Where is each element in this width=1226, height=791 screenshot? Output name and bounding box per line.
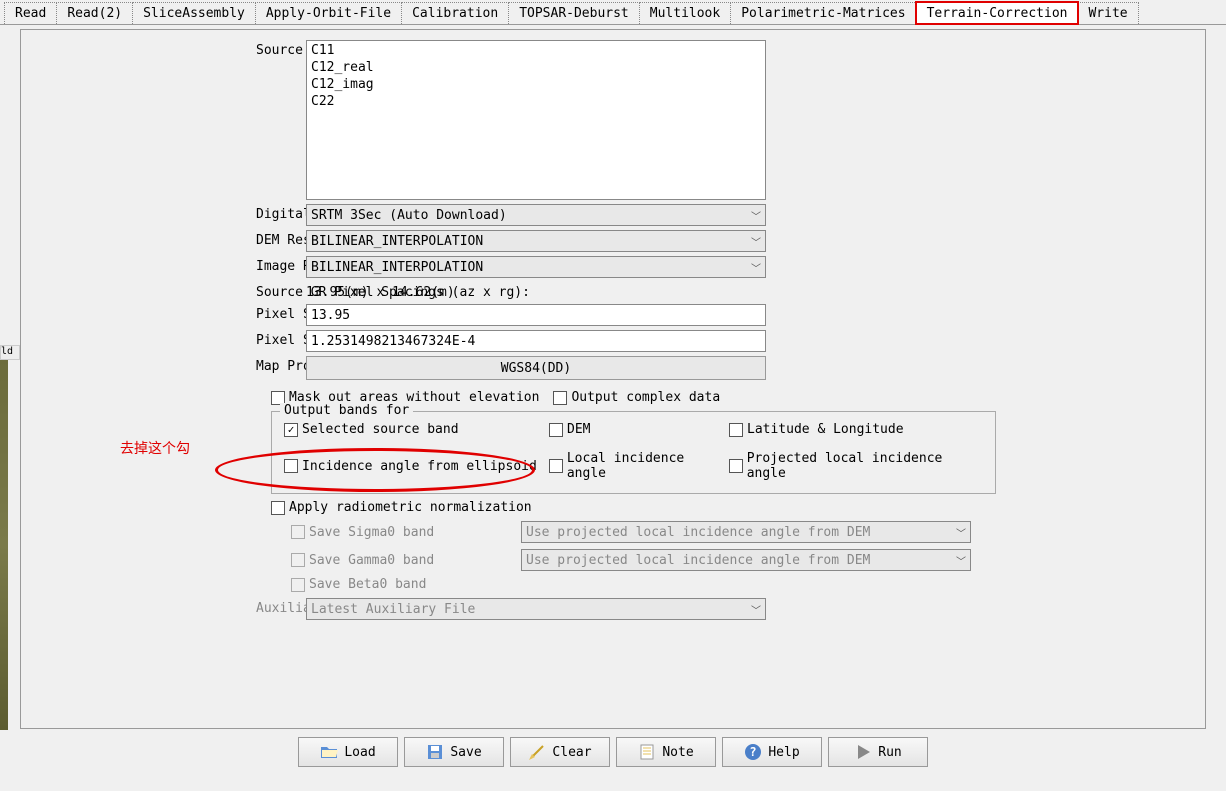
list-item[interactable]: C11 bbox=[311, 43, 761, 60]
save-button[interactable]: Save bbox=[404, 737, 504, 767]
save-sigma0-label: Save Sigma0 band bbox=[309, 525, 434, 540]
chevron-down-icon: ﹀ bbox=[751, 234, 761, 249]
px-m-label: Pixel Spacing (m): bbox=[41, 304, 306, 322]
button-bar: Load Save Clear Note ? Help Run bbox=[0, 737, 1226, 767]
gamma0-value: Use projected local incidence angle from… bbox=[526, 553, 870, 568]
help-button[interactable]: ? Help bbox=[722, 737, 822, 767]
chevron-down-icon: ﹀ bbox=[956, 553, 966, 568]
save-gamma0-checkbox bbox=[291, 553, 305, 567]
broom-icon bbox=[528, 743, 546, 761]
dem-label: Digital Elevation Model: bbox=[41, 204, 306, 222]
img-resamp-label: Image Resampling Method: bbox=[41, 256, 306, 274]
tab-read[interactable]: Read bbox=[4, 2, 57, 24]
gr-spacing-label: Source GR Pixel Spacings (az x rg): bbox=[41, 282, 306, 300]
list-item[interactable]: C22 bbox=[311, 94, 761, 111]
source-bands-list[interactable]: C11 C12_real C12_imag C22 bbox=[306, 40, 766, 200]
chevron-down-icon: ﹀ bbox=[956, 525, 966, 540]
selected-source-band-label: Selected source band bbox=[302, 422, 459, 437]
folder-open-icon bbox=[320, 743, 338, 761]
sigma0-value: Use projected local incidence angle from… bbox=[526, 525, 870, 540]
img-resamp-value: BILINEAR_INTERPOLATION bbox=[311, 260, 483, 275]
load-button[interactable]: Load bbox=[298, 737, 398, 767]
terrain-correction-panel: Source Bands: C11 C12_real C12_imag C22 … bbox=[20, 29, 1206, 729]
clear-label: Clear bbox=[552, 745, 591, 760]
list-item[interactable]: C12_real bbox=[311, 60, 761, 77]
gamma0-combo: Use projected local incidence angle from… bbox=[521, 549, 971, 571]
dem-combo[interactable]: SRTM 3Sec (Auto Download) ﹀ bbox=[306, 204, 766, 226]
sigma0-combo: Use projected local incidence angle from… bbox=[521, 521, 971, 543]
load-label: Load bbox=[344, 745, 375, 760]
note-icon bbox=[638, 743, 656, 761]
dem-resamp-combo[interactable]: BILINEAR_INTERPOLATION ﹀ bbox=[306, 230, 766, 252]
svg-text:?: ? bbox=[750, 745, 757, 759]
save-beta0-label: Save Beta0 band bbox=[309, 577, 426, 592]
incidence-ellipsoid-label: Incidence angle from ellipsoid bbox=[302, 459, 537, 474]
local-incidence-checkbox[interactable] bbox=[549, 459, 563, 473]
tab-multilook[interactable]: Multilook bbox=[639, 2, 731, 24]
dem-resamp-label: DEM Resampling Method: bbox=[41, 230, 306, 248]
save-icon bbox=[426, 743, 444, 761]
run-label: Run bbox=[878, 745, 901, 760]
apply-radiometric-checkbox[interactable] bbox=[271, 501, 285, 515]
save-label: Save bbox=[450, 745, 481, 760]
help-icon: ? bbox=[744, 743, 762, 761]
tab-terrain-correction[interactable]: Terrain-Correction bbox=[916, 2, 1079, 24]
note-button[interactable]: Note bbox=[616, 737, 716, 767]
px-deg-label: Pixel Spacing (deg): bbox=[41, 330, 306, 348]
side-image-strip bbox=[0, 360, 8, 730]
save-beta0-checkbox bbox=[291, 578, 305, 592]
chevron-down-icon: ﹀ bbox=[751, 208, 761, 223]
output-bands-group: Output bands for Selected source band DE… bbox=[271, 411, 996, 494]
play-icon bbox=[854, 743, 872, 761]
annotation-text: 去掉这个勾 bbox=[120, 438, 190, 458]
tab-write[interactable]: Write bbox=[1077, 2, 1138, 24]
tab-apply-orbit-file[interactable]: Apply-Orbit-File bbox=[255, 2, 402, 24]
img-resamp-combo[interactable]: BILINEAR_INTERPOLATION ﹀ bbox=[306, 256, 766, 278]
side-fragment: ld bbox=[0, 345, 20, 360]
tab-read2[interactable]: Read(2) bbox=[56, 2, 133, 24]
tab-bar: Read Read(2) SliceAssembly Apply-Orbit-F… bbox=[0, 0, 1226, 25]
list-item[interactable]: C12_imag bbox=[311, 77, 761, 94]
aux-file-combo: Latest Auxiliary File ﹀ bbox=[306, 598, 766, 620]
apply-radiometric-label: Apply radiometric normalization bbox=[289, 500, 532, 515]
gr-spacing-value: 13.95(m) x 14.62(m) bbox=[306, 282, 766, 300]
dem-output-label: DEM bbox=[567, 422, 590, 437]
source-bands-label: Source Bands: bbox=[41, 40, 306, 58]
save-sigma0-checkbox bbox=[291, 525, 305, 539]
incidence-ellipsoid-checkbox[interactable] bbox=[284, 459, 298, 473]
tab-topsar-deburst[interactable]: TOPSAR-Deburst bbox=[508, 2, 640, 24]
clear-button[interactable]: Clear bbox=[510, 737, 610, 767]
map-proj-label: Map Projection: bbox=[41, 356, 306, 374]
map-projection-button[interactable]: WGS84(DD) bbox=[306, 356, 766, 380]
dem-output-checkbox[interactable] bbox=[549, 423, 563, 437]
dem-value: SRTM 3Sec (Auto Download) bbox=[311, 208, 507, 223]
aux-file-value: Latest Auxiliary File bbox=[311, 602, 475, 617]
output-bands-title: Output bands for bbox=[280, 403, 413, 418]
projected-local-incidence-label: Projected local incidence angle bbox=[747, 451, 983, 481]
output-complex-checkbox[interactable] bbox=[553, 391, 567, 405]
note-label: Note bbox=[662, 745, 693, 760]
help-label: Help bbox=[768, 745, 799, 760]
aux-file-label: Auxiliary File (ASAR only): bbox=[41, 598, 306, 616]
dem-resamp-value: BILINEAR_INTERPOLATION bbox=[311, 234, 483, 249]
latlon-label: Latitude & Longitude bbox=[747, 422, 904, 437]
local-incidence-label: Local incidence angle bbox=[567, 451, 729, 481]
chevron-down-icon: ﹀ bbox=[751, 602, 761, 617]
output-complex-label: Output complex data bbox=[571, 390, 720, 405]
pixel-spacing-deg-input[interactable]: 1.2531498213467324E-4 bbox=[306, 330, 766, 352]
pixel-spacing-m-input[interactable]: 13.95 bbox=[306, 304, 766, 326]
projected-local-incidence-checkbox[interactable] bbox=[729, 459, 743, 473]
tab-polarimetric-matrices[interactable]: Polarimetric-Matrices bbox=[730, 2, 916, 24]
tab-sliceassembly[interactable]: SliceAssembly bbox=[132, 2, 256, 24]
save-gamma0-label: Save Gamma0 band bbox=[309, 553, 434, 568]
latlon-checkbox[interactable] bbox=[729, 423, 743, 437]
chevron-down-icon: ﹀ bbox=[751, 260, 761, 275]
run-button[interactable]: Run bbox=[828, 737, 928, 767]
selected-source-band-checkbox[interactable] bbox=[284, 423, 298, 437]
tab-calibration[interactable]: Calibration bbox=[401, 2, 509, 24]
